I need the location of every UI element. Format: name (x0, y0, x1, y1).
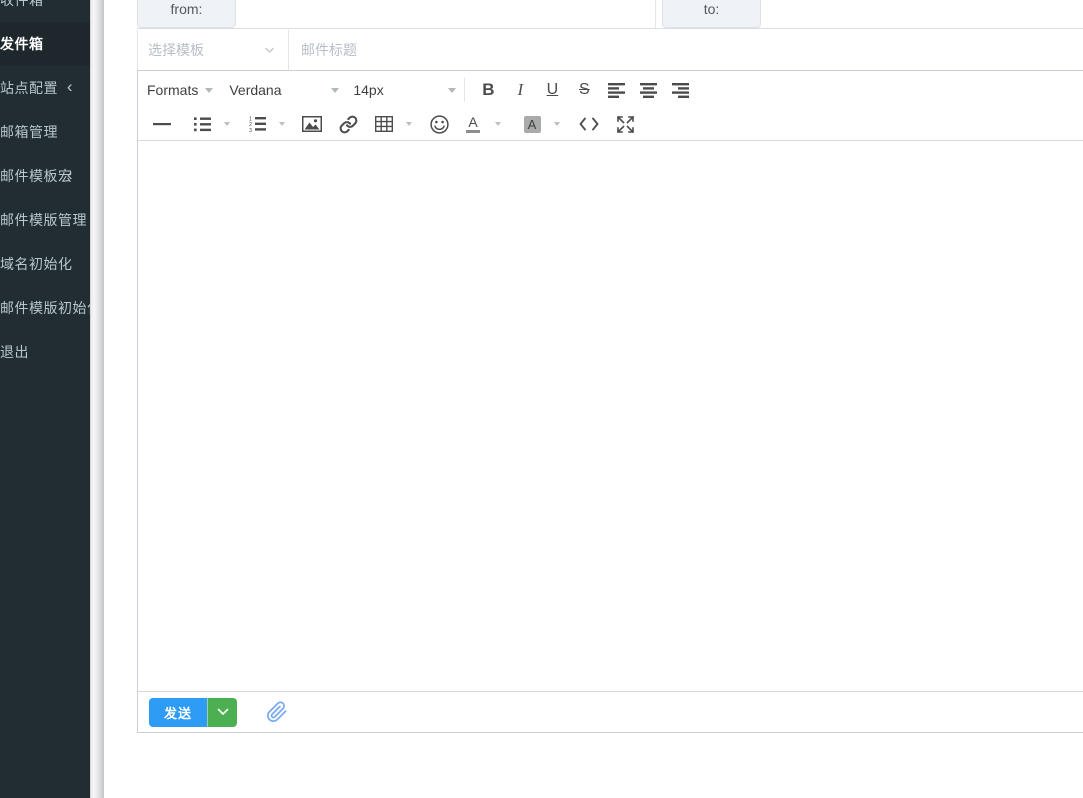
to-label: to: (662, 0, 761, 28)
font-family-dropdown[interactable]: Verdana (229, 82, 339, 98)
chevron-down-icon (205, 88, 213, 93)
insert-link-button[interactable] (333, 110, 363, 138)
numbered-list-icon: 123 (249, 116, 266, 132)
subject-input[interactable] (289, 30, 1083, 70)
emoticons-button[interactable] (424, 110, 454, 138)
text-color-button[interactable]: A (458, 110, 488, 138)
sidebar-item-outbox[interactable]: 发件箱 (0, 22, 90, 66)
fullscreen-icon (616, 115, 635, 134)
strikethrough-icon: S (579, 81, 590, 99)
collapse-arrow-icon: ‹ (67, 165, 73, 185)
sidebar-item-label: 退出 (0, 342, 29, 362)
editor-content-area[interactable] (138, 141, 1083, 691)
from-label: from: (137, 0, 236, 28)
link-icon (339, 115, 358, 134)
chevron-down-icon[interactable] (495, 122, 501, 126)
send-options-dropdown-button[interactable] (207, 698, 237, 727)
horizontal-rule-icon (153, 122, 171, 126)
bullet-list-icon (194, 117, 211, 132)
background-color-icon: A (524, 116, 541, 133)
sidebar-item-label: 邮箱管理 (0, 122, 58, 142)
chevron-down-icon[interactable] (554, 122, 560, 126)
chevron-down-icon[interactable] (224, 122, 230, 126)
font-size-dropdown[interactable]: 14px (353, 82, 456, 98)
underline-icon: U (547, 81, 559, 99)
sidebar-item-label: 发件箱 (0, 34, 44, 54)
sidebar-item-label: 邮件模板宏 (0, 166, 73, 186)
align-right-icon (672, 83, 689, 98)
code-icon (579, 117, 599, 131)
smiley-icon (430, 115, 449, 134)
svg-text:3: 3 (249, 128, 252, 132)
sidebar-item-template-macro[interactable]: 邮件模板宏 ‹ (0, 154, 90, 198)
paperclip-icon (266, 700, 288, 724)
attachment-button[interactable] (266, 700, 288, 724)
align-right-button[interactable] (665, 76, 695, 104)
insert-image-button[interactable] (297, 110, 327, 138)
italic-icon: I (518, 80, 524, 100)
send-button-group: 发送 (149, 698, 237, 727)
editor-toolbar-row-2: 123 (147, 107, 1075, 141)
align-left-icon (608, 83, 625, 98)
horizontal-rule-button[interactable] (147, 110, 177, 138)
fromto-row: from: to: (137, 0, 1083, 29)
sidebar-item-label: 域名初始化 (0, 254, 73, 274)
to-input[interactable] (762, 0, 1083, 28)
align-center-button[interactable] (633, 76, 663, 104)
sidebar-nav: 收件箱 发件箱 站点配置 ‹ 邮箱管理 邮件模板宏 ‹ 邮件模版管理 (0, 0, 90, 798)
chevron-down-icon[interactable] (406, 122, 412, 126)
sidebar-item-template-management[interactable]: 邮件模版管理 (0, 198, 90, 242)
underline-button[interactable]: U (537, 76, 567, 104)
sidebar-scrollbar[interactable] (90, 0, 104, 798)
formats-dropdown[interactable]: Formats (147, 82, 213, 98)
fullscreen-button[interactable] (610, 110, 640, 138)
insert-table-button[interactable] (369, 110, 399, 138)
send-button[interactable]: 发送 (149, 698, 207, 727)
sidebar-item-inbox[interactable]: 收件箱 (0, 0, 90, 22)
template-subject-row: 选择模板 (137, 30, 1083, 70)
sidebar-item-mailbox-management[interactable]: 邮箱管理 (0, 110, 90, 154)
template-select-placeholder: 选择模板 (148, 40, 204, 60)
italic-button[interactable]: I (505, 76, 535, 104)
background-color-button[interactable]: A (517, 110, 547, 138)
chevron-down-icon (448, 88, 456, 93)
editor-toolbar: Formats Verdana 14px B I (138, 71, 1083, 141)
image-icon (302, 116, 322, 132)
bold-button[interactable]: B (473, 76, 503, 104)
bullet-list-button[interactable] (187, 110, 217, 138)
template-select[interactable]: 选择模板 (138, 30, 289, 70)
toolbar-group-divider (464, 78, 465, 102)
collapse-arrow-icon: ‹ (67, 77, 73, 97)
chevron-down-icon[interactable] (279, 122, 285, 126)
editor-footer: 发送 (138, 691, 1083, 732)
from-input[interactable] (237, 0, 656, 28)
numbered-list-button[interactable]: 123 (242, 110, 272, 138)
sidebar-item-logout[interactable]: 退出 (0, 330, 90, 374)
mail-compose-page: 收件箱 发件箱 站点配置 ‹ 邮箱管理 邮件模板宏 ‹ 邮件模版管理 (0, 0, 1083, 798)
sidebar-item-label: 邮件模版初始化 (0, 298, 90, 318)
chevron-down-icon (263, 44, 276, 57)
sidebar-item-template-init[interactable]: 邮件模版初始化 (0, 286, 90, 330)
align-left-button[interactable] (601, 76, 631, 104)
chevron-down-icon (331, 88, 339, 93)
chevron-down-icon (217, 708, 229, 716)
editor-toolbar-row-1: Formats Verdana 14px B I (147, 73, 1075, 107)
sidebar-item-label: 站点配置 (0, 78, 58, 98)
sidebar-item-label: 邮件模版管理 (0, 210, 87, 230)
strikethrough-button[interactable]: S (569, 76, 599, 104)
rich-text-editor: Formats Verdana 14px B I (137, 70, 1083, 733)
align-center-icon (640, 83, 657, 98)
source-code-button[interactable] (574, 110, 604, 138)
bold-icon: B (482, 80, 494, 100)
sidebar-item-domain-init[interactable]: 域名初始化 (0, 242, 90, 286)
table-icon (375, 116, 393, 132)
text-color-icon: A (466, 115, 480, 133)
sidebar-menu: 收件箱 发件箱 站点配置 ‹ 邮箱管理 邮件模板宏 ‹ 邮件模版管理 (0, 0, 90, 374)
sidebar-item-label: 收件箱 (0, 0, 44, 10)
sidebar-item-site-config[interactable]: 站点配置 ‹ (0, 66, 90, 110)
